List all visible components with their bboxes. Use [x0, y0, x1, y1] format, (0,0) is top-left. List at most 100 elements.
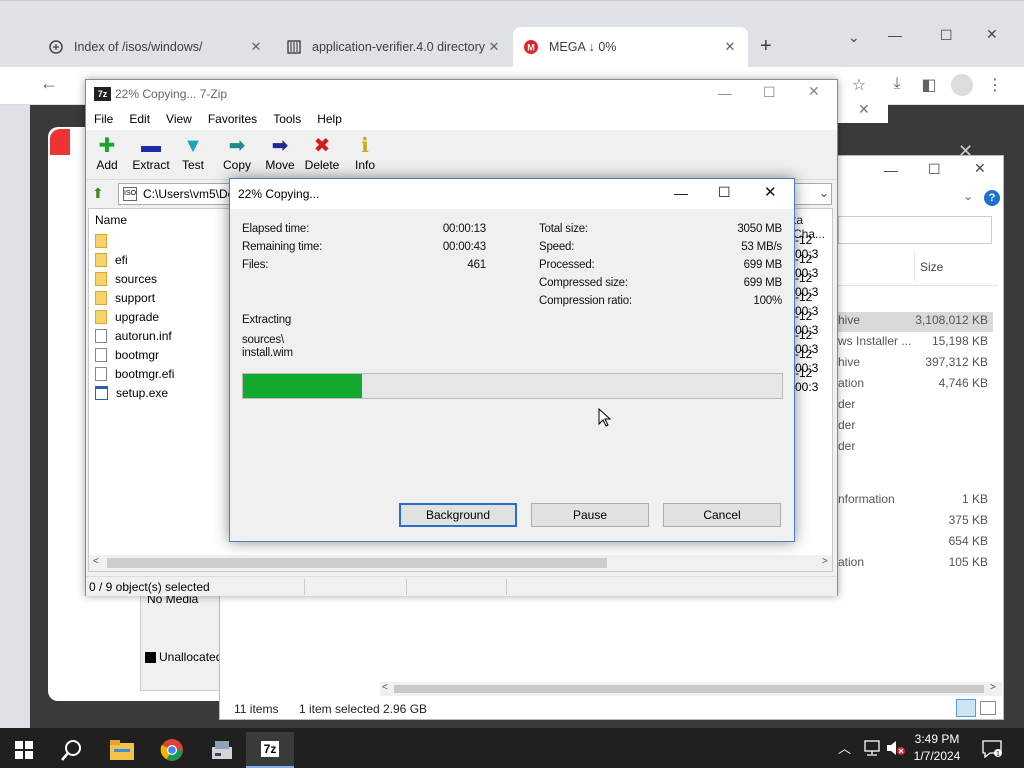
maximize-icon[interactable]: ☐ — [718, 184, 731, 201]
list-item[interactable]: bootmgr.efi — [95, 364, 174, 383]
horizontal-scrollbar[interactable]: < > — [380, 682, 1002, 696]
test-icon: ▼ — [183, 135, 203, 157]
maximize-icon[interactable]: ☐ — [940, 27, 953, 44]
chevron-down-icon[interactable]: ⌄ — [819, 186, 829, 200]
search-button[interactable] — [48, 732, 96, 768]
tab-application-verifier[interactable]: application-verifier.4.0 directory ✕ — [276, 27, 512, 67]
menu-view[interactable]: View — [158, 112, 200, 126]
close-tab-icon[interactable]: ✕ — [722, 39, 738, 55]
tab-title: MEGA ↓ 0% — [549, 40, 617, 54]
close-icon[interactable]: ✕ — [764, 183, 777, 201]
volume-muted-icon[interactable] — [886, 740, 906, 756]
horizontal-scrollbar[interactable]: < > — [89, 555, 832, 571]
selection-status: 0 / 9 object(s) selected — [89, 580, 210, 594]
scroll-thumb[interactable] — [107, 558, 607, 568]
close-tab-icon[interactable]: ✕ — [486, 39, 502, 55]
size-column-header[interactable]: Size — [920, 260, 943, 274]
info-button[interactable]: ℹ Info — [342, 134, 388, 172]
list-item[interactable]: efi — [95, 250, 128, 269]
profile-avatar-icon[interactable] — [951, 74, 973, 96]
menu-file[interactable]: File — [86, 112, 121, 126]
taskbar-file-explorer[interactable] — [98, 732, 146, 768]
clock-time[interactable]: 3:49 PM — [910, 732, 964, 746]
scroll-right-icon[interactable]: > — [990, 682, 996, 693]
elapsed-value: 00:00:13 — [442, 223, 486, 235]
tab-search-icon[interactable]: ⌄ — [848, 29, 860, 46]
taskbar-app[interactable] — [198, 732, 246, 768]
close-icon[interactable]: ✕ — [986, 26, 998, 43]
menu-dots-icon[interactable]: ⋮ — [984, 75, 1006, 95]
background-button[interactable]: Background — [399, 503, 517, 527]
delete-button[interactable]: ✖ Delete — [299, 134, 345, 172]
window-title: 22% Copying... 7-Zip — [115, 87, 228, 101]
mouse-cursor-icon — [598, 408, 612, 427]
list-item[interactable]: bootmgr — [95, 345, 159, 364]
bookmark-star-icon[interactable]: ☆ — [848, 75, 870, 95]
chrome-icon — [160, 739, 183, 761]
scroll-left-icon[interactable]: < — [93, 556, 99, 567]
chevron-up-icon[interactable]: ︿ — [838, 738, 851, 757]
start-button[interactable] — [0, 732, 48, 768]
toolbar: ✚ Add ▬ Extract ▼ Test ➡ Copy ➡ Move ✖ Delete … — [86, 130, 837, 180]
copy-button[interactable]: ➡ Copy — [214, 134, 260, 172]
move-button[interactable]: ➡ Move — [257, 134, 303, 172]
close-tab-icon[interactable]: ✕ — [248, 39, 264, 55]
taskbar-chrome[interactable] — [148, 732, 196, 768]
svg-text:M: M — [527, 43, 535, 53]
current-path: sources\ — [242, 334, 284, 346]
file-icon — [95, 366, 107, 381]
list-item[interactable]: sources — [95, 269, 157, 288]
side-panel-icon[interactable]: ◧ — [918, 75, 940, 95]
cancel-button[interactable]: Cancel — [663, 503, 781, 527]
scroll-right-icon[interactable]: > — [822, 556, 828, 567]
list-item[interactable]: autorun.inf — [95, 326, 172, 345]
pause-button[interactable]: Pause — [531, 503, 649, 527]
network-icon[interactable] — [862, 740, 882, 756]
minimize-icon[interactable]: — — [674, 185, 688, 201]
sevenzip-icon: 7z — [260, 741, 280, 757]
chevron-down-icon[interactable]: ⌄ — [963, 189, 973, 203]
mega-icon: M — [523, 39, 539, 55]
minimize-icon[interactable]: — — [888, 27, 902, 43]
name-column-header[interactable]: Name — [95, 213, 127, 227]
files-label: Files: — [242, 259, 269, 271]
scroll-thumb[interactable] — [394, 685, 984, 693]
clock-date[interactable]: 1/7/2024 — [910, 749, 964, 763]
maximize-icon[interactable]: ☐ — [763, 84, 776, 101]
close-icon[interactable]: ✕ — [858, 101, 870, 118]
menu-favorites[interactable]: Favorites — [200, 112, 265, 126]
help-icon[interactable]: ? — [984, 190, 1000, 206]
up-folder-icon[interactable]: ⬆ — [92, 185, 104, 202]
tab-mega[interactable]: M MEGA ↓ 0% ✕ — [513, 27, 748, 67]
notification-icon[interactable]: 1 — [982, 740, 1002, 758]
tiles-view-icon[interactable] — [980, 701, 996, 715]
list-item[interactable] — [95, 231, 115, 250]
maximize-icon[interactable]: ☐ — [928, 161, 941, 178]
close-icon[interactable]: ✕ — [974, 160, 986, 177]
selected-count: 1 item selected — [299, 702, 380, 716]
search-icon — [61, 740, 81, 761]
search-input[interactable] — [838, 216, 992, 244]
menu-help[interactable]: Help — [309, 112, 350, 126]
minimize-icon[interactable]: — — [718, 85, 732, 101]
list-item[interactable]: setup.exe — [95, 383, 168, 402]
back-icon[interactable]: ← — [38, 73, 60, 94]
add-button[interactable]: ✚ Add — [84, 134, 130, 172]
tab-index-isos[interactable]: Index of /isos/windows/ ✕ — [38, 27, 274, 67]
new-tab-icon[interactable]: + — [760, 35, 772, 58]
taskbar-7zip[interactable]: 7z — [246, 732, 294, 768]
list-item[interactable]: upgrade — [95, 307, 159, 326]
menu-edit[interactable]: Edit — [121, 112, 158, 126]
folder-icon — [95, 252, 107, 267]
test-button[interactable]: ▼ Test — [170, 134, 216, 172]
elapsed-label: Elapsed time: — [242, 223, 310, 235]
minimize-icon[interactable]: — — [884, 162, 898, 178]
extract-button[interactable]: ▬ Extract — [128, 134, 174, 172]
details-view-icon[interactable] — [956, 699, 976, 717]
scroll-left-icon[interactable]: < — [382, 682, 388, 693]
menu-tools[interactable]: Tools — [265, 112, 309, 126]
unallocated-label: Unallocated — [159, 650, 223, 664]
close-icon[interactable]: ✕ — [808, 83, 820, 100]
list-item[interactable]: support — [95, 288, 155, 307]
download-icon[interactable]: ⤓ — [886, 75, 908, 93]
